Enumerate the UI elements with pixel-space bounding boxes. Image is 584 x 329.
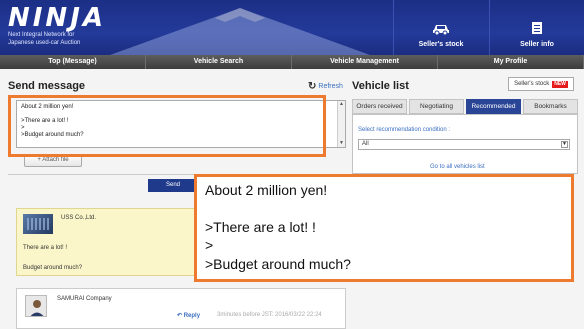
header-seller-info[interactable]: Seller info: [489, 0, 584, 55]
tab-orders-received[interactable]: Orders received: [352, 99, 407, 114]
textarea-scrollbar[interactable]: ▲ ▼: [337, 101, 345, 147]
app-root: NINJA Next Integral Network for Japanese…: [0, 0, 584, 329]
company-name[interactable]: SAMURAI Company: [57, 296, 112, 302]
nav-top-message[interactable]: Top (Message): [0, 55, 146, 69]
go-to-all-vehicles-link[interactable]: Go to all vehicles list: [430, 164, 485, 170]
chevron-down-icon: ▼: [561, 141, 568, 148]
reply-label: Reply: [183, 313, 201, 319]
tab-bookmarks[interactable]: Bookmarks: [523, 99, 578, 114]
logo-wordmark: NINJA: [8, 3, 106, 33]
reply-button[interactable]: ↶ Reply: [177, 312, 200, 319]
message-text: There are a lot! !: [23, 245, 68, 251]
tab-recommended[interactable]: Recommended: [466, 99, 521, 114]
vehicle-list-title: Vehicle list: [352, 80, 409, 92]
message-timestamp: 3minutes before JST: 2016/03/22 22:24: [217, 312, 322, 318]
nav-vehicle-search[interactable]: Vehicle Search: [146, 55, 292, 69]
nav-vehicle-management[interactable]: Vehicle Management: [292, 55, 438, 69]
condition-select[interactable]: All ▼: [358, 139, 570, 150]
mount-fuji-graphic: [110, 8, 370, 55]
zoom-line: About 2 million yen!: [205, 182, 328, 198]
send-message-title: Send message: [8, 80, 86, 92]
car-icon: [433, 25, 449, 35]
condition-select-value: All: [362, 141, 369, 147]
message-card-samurai: SAMURAI Company ↶ Reply 3minutes before …: [16, 288, 346, 329]
sellers-stock-button-label: Seller's stock: [514, 81, 550, 87]
seller-info-label: Seller info: [520, 41, 554, 48]
zoom-line: >: [205, 237, 214, 253]
document-icon: [532, 22, 542, 34]
zoom-line: [205, 200, 563, 218]
vehicle-list-tabs: Orders received Negotiating Recommended …: [352, 99, 578, 114]
scroll-up-icon[interactable]: ▲: [339, 102, 344, 107]
company-building-image: [23, 214, 53, 234]
refresh-icon: ↻: [308, 81, 317, 92]
header-sellers-stock[interactable]: Seller's stock: [393, 0, 488, 55]
new-badge: NEW: [552, 80, 568, 88]
zoom-line: >There are a lot! !: [205, 218, 316, 235]
site-header: NINJA Next Integral Network for Japanese…: [0, 0, 584, 55]
message-text: Budget around much?: [23, 265, 83, 271]
logo-tagline-line-2: Japanese used-car Auction: [8, 40, 81, 46]
ninja-logo[interactable]: NINJA Next Integral Network for Japanese…: [8, 5, 106, 47]
avatar: [25, 295, 47, 317]
zoom-line: >Budget around much?: [205, 255, 351, 272]
condition-label: Select recommendation condition :: [358, 127, 451, 133]
company-name[interactable]: USS Co.,Ltd.: [61, 215, 96, 221]
refresh-button[interactable]: ↻ Refresh: [308, 81, 343, 92]
message-highlight-frame: [8, 95, 326, 157]
sellers-stock-button[interactable]: Seller's stock NEW: [508, 77, 574, 91]
scroll-down-icon[interactable]: ▼: [339, 141, 344, 146]
logo-tagline-line-1: Next Integral Network for: [8, 32, 75, 38]
send-button[interactable]: Send: [148, 179, 198, 192]
nav-my-profile[interactable]: My Profile: [438, 55, 584, 69]
main-nav: Top (Message) Vehicle Search Vehicle Man…: [0, 55, 584, 69]
reply-arrow-icon: ↶: [177, 313, 183, 319]
zoomed-message-callout: About 2 million yen! >There are a lot! !…: [194, 174, 574, 282]
refresh-label: Refresh: [318, 83, 343, 90]
sellers-stock-label: Seller's stock: [418, 41, 464, 48]
tab-negotiating[interactable]: Negotiating: [409, 99, 464, 114]
person-icon: [30, 300, 44, 316]
